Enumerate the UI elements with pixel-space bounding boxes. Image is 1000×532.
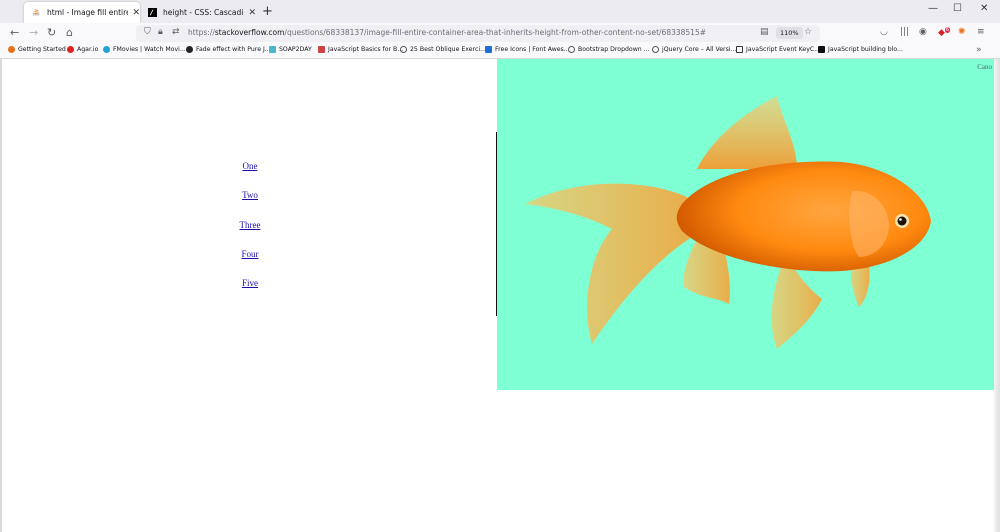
globe-icon — [652, 46, 659, 53]
new-tab-plus-icon[interactable]: + — [262, 4, 273, 19]
fish-eye-glint — [899, 218, 902, 221]
bookmark-item[interactable]: 25 Best Oblique Exerci... — [400, 46, 486, 53]
reload-icon[interactable]: ↻ — [47, 26, 56, 39]
font-awesome-favicon-icon — [485, 46, 492, 53]
goldfish-image-container: Cano — [497, 59, 994, 390]
tab-close-icon[interactable]: ✕ — [132, 8, 140, 18]
home-icon[interactable]: ⌂ — [66, 26, 73, 39]
bookmark-item[interactable]: JavaScript Basics for B... — [318, 46, 403, 53]
image-caption: Cano — [977, 63, 992, 71]
bookmark-item[interactable]: SOAP2DAY — [269, 46, 312, 53]
forward-arrow-icon[interactable]: → — [29, 26, 38, 39]
bookmark-item[interactable]: FMovies | Watch Movi... — [103, 46, 186, 53]
dorsal-fin — [697, 96, 797, 169]
link-list: One Two Three Four Five — [236, 161, 264, 307]
bookmark-favicon-icon — [736, 46, 743, 53]
back-arrow-icon[interactable]: ← — [10, 26, 19, 39]
link-four[interactable]: Four — [236, 249, 264, 278]
minimize-icon[interactable]: — — [928, 3, 938, 14]
stackoverflow-favicon-icon — [32, 9, 40, 16]
bookmark-favicon-icon — [269, 46, 276, 53]
maximize-icon[interactable]: ☐ — [953, 3, 962, 14]
reader-view-icon[interactable]: ▤ — [760, 27, 769, 37]
tracking-shield-icon[interactable]: ⛉ — [144, 27, 151, 37]
bookmark-favicon-icon — [318, 46, 325, 53]
bookmark-item[interactable]: JavaScript Event KeyC... — [736, 46, 820, 53]
colorful-extension-icon[interactable]: ✺ — [958, 27, 966, 37]
globe-icon — [568, 46, 575, 53]
right-edge-shadow — [994, 59, 1000, 532]
navigation-toolbar: ← → ↻ ⌂ ⛉ 🔒︎ ⇄ https://stackoverflow.com… — [0, 23, 1000, 44]
goldfish-image — [525, 96, 931, 349]
bookmark-item[interactable]: Fade effect with Pure J... — [186, 46, 271, 53]
bookmark-item[interactable]: Bootstrap Dropdown ... — [568, 46, 650, 53]
url-text[interactable]: https://stackoverflow.com/questions/6833… — [188, 28, 706, 37]
bookmark-item[interactable]: Getting Started — [8, 46, 66, 53]
tab-strip: html - Image fill entire container ✕ hei… — [0, 0, 1000, 23]
bookmark-item[interactable]: JavaScript building blo... — [818, 46, 903, 53]
pocket-icon[interactable]: ◡ — [880, 27, 888, 37]
account-icon[interactable]: ◉ — [919, 27, 927, 37]
page-content: One Two Three Four Five Cano — [0, 59, 1000, 532]
link-two[interactable]: Two — [236, 190, 264, 219]
zoom-level-badge[interactable]: 110% — [776, 27, 803, 39]
address-bar[interactable]: ⛉ 🔒︎ ⇄ https://stackoverflow.com/questio… — [136, 25, 820, 42]
lock-icon[interactable]: 🔒︎ — [158, 27, 163, 37]
extension-icon[interactable]: ◆6 — [938, 27, 951, 38]
tail-fin — [525, 183, 692, 344]
mdn-favicon-icon — [148, 8, 157, 17]
bookmarks-toolbar: Getting Started Agar.io FMovies | Watch … — [0, 44, 1000, 59]
tab-title: html - Image fill entire container — [47, 8, 129, 17]
left-edge — [0, 59, 2, 532]
close-window-icon[interactable]: ✕ — [980, 3, 988, 14]
menu-hamburger-icon[interactable]: ≡ — [977, 27, 985, 37]
bookmark-favicon-icon — [103, 46, 110, 53]
fish-pupil — [897, 216, 907, 226]
bookmark-star-icon[interactable]: ☆ — [804, 27, 812, 37]
link-five[interactable]: Five — [236, 278, 264, 307]
bookmark-favicon-icon — [67, 46, 74, 53]
bookmark-item[interactable]: Agar.io — [67, 46, 98, 53]
notification-badge: 6 — [944, 27, 951, 33]
link-one[interactable]: One — [236, 161, 264, 190]
link-three[interactable]: Three — [236, 220, 264, 249]
bookmark-favicon-icon — [8, 46, 15, 53]
pelvic-fin — [771, 264, 822, 349]
tab-close-icon[interactable]: ✕ — [248, 8, 256, 18]
tab-html-image-fill[interactable]: html - Image fill entire container ✕ — [24, 2, 140, 23]
globe-icon — [400, 46, 407, 53]
bookmark-favicon-icon — [818, 46, 825, 53]
tab-height-css[interactable]: height - CSS: Cascading Style Sheets ✕ — [140, 2, 256, 23]
bookmarks-overflow-chevron-icon[interactable]: » — [976, 45, 982, 55]
library-icon[interactable]: ||| — [900, 27, 909, 37]
bookmark-item[interactable]: Free Icons | Font Awes... — [485, 46, 570, 53]
bookmark-item[interactable]: jQuery Core – All Versi... — [652, 46, 736, 53]
permissions-icon[interactable]: ⇄ — [172, 27, 180, 37]
tab-title: height - CSS: Cascading Style Sheets — [163, 8, 244, 17]
bookmark-favicon-icon — [186, 46, 193, 53]
